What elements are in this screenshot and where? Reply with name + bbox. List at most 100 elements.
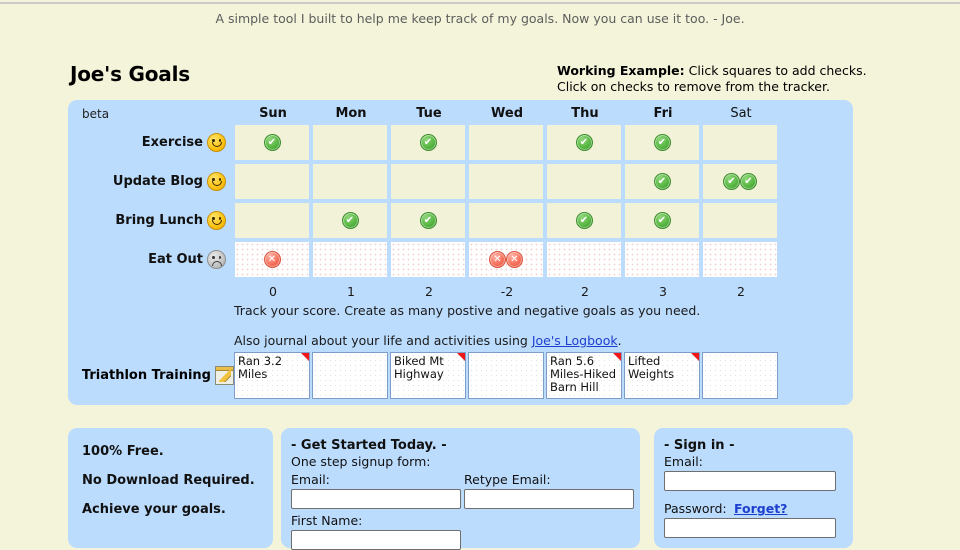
notes-row-label-text: Triathlon Training (81, 367, 211, 383)
cell-marks (235, 203, 309, 238)
check-mark-icon[interactable]: ✔ (419, 212, 437, 229)
x-mark-icon[interactable]: ✕ (506, 251, 523, 268)
goal-cell[interactable]: ✔ (312, 202, 388, 239)
goal-cell[interactable]: ✔ ✔ (702, 163, 778, 200)
note-cell[interactable] (312, 352, 388, 399)
smiley-happy-icon (207, 172, 226, 191)
day-header-thu: Thu (571, 106, 599, 121)
working-example-line2: Click on checks to remove from the track… (557, 79, 830, 94)
goal-cell[interactable] (390, 163, 466, 200)
goal-cell[interactable] (546, 241, 622, 278)
goal-cell[interactable]: ✔ (624, 163, 700, 200)
day-score: 2 (737, 284, 745, 299)
goal-cell[interactable]: ✔ (624, 202, 700, 239)
goal-cell[interactable] (312, 241, 388, 278)
x-mark-icon[interactable]: ✕ (263, 251, 281, 268)
signup-retype-email-input[interactable] (464, 489, 634, 509)
note-cell[interactable]: Lifted Weights (624, 352, 700, 399)
check-mark-icon[interactable]: ✔ (723, 173, 740, 190)
note-cell[interactable]: Biked Mt Highway (390, 352, 466, 399)
goal-cell[interactable]: ✔ (390, 124, 466, 161)
edit-notepad-icon[interactable] (215, 365, 234, 385)
cell-marks (469, 164, 543, 199)
cell-marks (313, 242, 387, 277)
pencil-glyph (219, 369, 231, 382)
check-mark-icon[interactable]: ✔ (653, 134, 671, 151)
notes-row-label: Triathlon Training (68, 365, 234, 385)
goal-cell[interactable] (702, 124, 778, 161)
logbook-link[interactable]: Joe's Logbook (532, 333, 618, 348)
note-flag-icon (301, 353, 309, 361)
signin-email-label: Email: (664, 454, 703, 469)
mark-glyph: ✔ (423, 214, 433, 226)
goal-cell[interactable] (468, 163, 544, 200)
check-mark-icon[interactable]: ✔ (575, 212, 593, 229)
mark-glyph: ✕ (493, 253, 502, 265)
cell-marks: ✕ ✕ (469, 242, 543, 277)
mark-glyph: ✔ (579, 136, 589, 148)
goal-label-eat-out[interactable]: Eat Out (76, 241, 226, 278)
goal-cell[interactable]: ✔ (546, 124, 622, 161)
x-mark-icon[interactable]: ✕ (489, 251, 506, 268)
check-mark-icon[interactable]: ✔ (653, 173, 671, 190)
note-text: Lifted Weights (628, 354, 675, 381)
day-header-wed: Wed (491, 106, 523, 121)
goal-cell[interactable] (312, 163, 388, 200)
cell-marks (391, 242, 465, 277)
signup-firstname-input[interactable] (291, 530, 461, 550)
day-score: -2 (500, 284, 514, 299)
check-mark-icon[interactable]: ✔ (653, 212, 671, 229)
cell-marks (391, 164, 465, 199)
goal-cell[interactable] (234, 163, 310, 200)
check-mark-icon[interactable]: ✔ (341, 212, 359, 229)
mark-glyph: ✕ (510, 253, 519, 265)
signin-password-input[interactable] (664, 518, 836, 538)
check-mark-icon[interactable]: ✔ (419, 134, 437, 151)
note-cell[interactable]: Ran 3.2 Miles (234, 352, 310, 399)
cell-marks: ✔ (235, 125, 309, 160)
forgot-password-link[interactable]: Forget? (734, 501, 787, 516)
day-score: 2 (425, 284, 433, 299)
goal-label-update-blog[interactable]: Update Blog (76, 163, 226, 200)
goal-cell[interactable] (312, 124, 388, 161)
goal-cell[interactable] (702, 202, 778, 239)
goal-cell[interactable]: ✕ (234, 241, 310, 278)
working-example-note: Working Example: Click squares to add ch… (557, 63, 867, 95)
goal-cell[interactable]: ✔ (390, 202, 466, 239)
goal-cell[interactable]: ✕ ✕ (468, 241, 544, 278)
smiley-happy-icon (207, 211, 226, 230)
goal-cell[interactable] (702, 241, 778, 278)
day-score: 1 (347, 284, 355, 299)
goal-cell[interactable]: ✔ (546, 202, 622, 239)
signin-email-input[interactable] (664, 471, 836, 491)
journal-text-post: . (617, 333, 622, 348)
cell-marks: ✔ (625, 164, 699, 199)
note-cell[interactable] (702, 352, 778, 399)
goal-cell[interactable] (546, 163, 622, 200)
mark-glyph: ✔ (267, 136, 277, 148)
note-cell[interactable] (468, 352, 544, 399)
features-box: 100% Free. No Download Required. Achieve… (68, 428, 273, 548)
mark-glyph: ✔ (423, 136, 433, 148)
check-mark-icon[interactable]: ✔ (575, 134, 593, 151)
signup-subtitle: One step signup form: (291, 454, 431, 469)
goal-cell[interactable]: ✔ (624, 124, 700, 161)
signup-email-input[interactable] (291, 489, 461, 509)
goal-cell[interactable] (468, 202, 544, 239)
goal-cell[interactable] (468, 124, 544, 161)
check-mark-icon[interactable]: ✔ (263, 134, 281, 151)
page-title: Joe's Goals (70, 62, 190, 86)
goal-cell[interactable] (234, 202, 310, 239)
day-header-mon: Mon (335, 106, 367, 121)
note-cell[interactable]: Ran 5.6 Miles-Hiked Barn Hill (546, 352, 622, 399)
goal-cell[interactable]: ✔ (234, 124, 310, 161)
goal-cell[interactable] (390, 241, 466, 278)
goal-label-exercise[interactable]: Exercise (76, 124, 226, 161)
goal-cell[interactable] (624, 241, 700, 278)
check-mark-icon[interactable]: ✔ (740, 173, 757, 190)
goal-label-bring-lunch[interactable]: Bring Lunch (76, 202, 226, 239)
goal-tracker-panel: beta Sun Mon Tue Wed Thu Fri Sat Exercise ✔ ✔ ✔ ✔ Up… (68, 100, 853, 405)
mark-glyph: ✔ (657, 175, 667, 187)
feature-line-1: 100% Free. (82, 444, 164, 459)
beta-badge: beta (82, 107, 110, 121)
